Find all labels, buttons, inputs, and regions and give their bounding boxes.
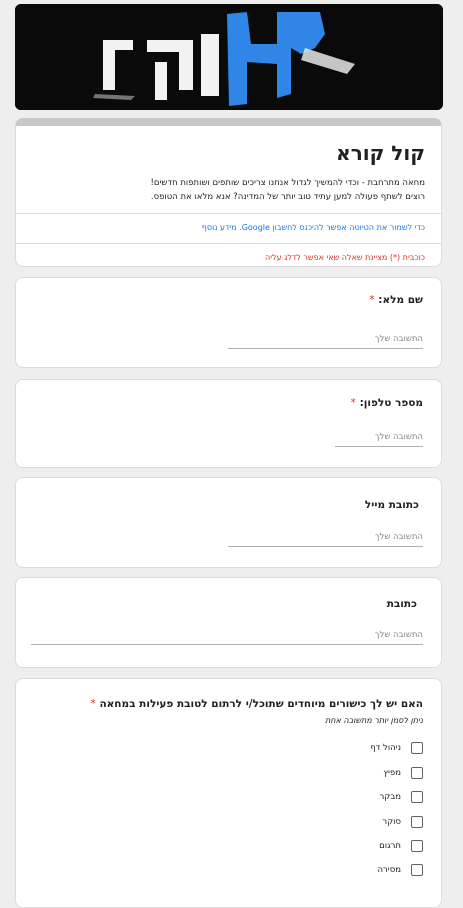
checkbox[interactable] [411, 840, 423, 852]
phone-input[interactable]: התשובה שלך [335, 432, 423, 447]
header-banner [15, 4, 443, 110]
checkbox[interactable] [411, 816, 423, 828]
option-reviewer[interactable]: מבקר [379, 790, 423, 804]
signin-note: כדי לשמור את הטיוטה אפשר להיכנס לחשבון G… [202, 223, 425, 232]
option-distributor[interactable]: מפיץ [383, 766, 423, 780]
option-label: ניהול דף [370, 743, 401, 753]
question-text: מספר טלפון: [359, 397, 423, 409]
banner-logo [15, 4, 443, 110]
checkbox[interactable] [411, 791, 423, 803]
option-page-management[interactable]: ניהול דף [370, 741, 423, 755]
checkbox[interactable] [411, 767, 423, 779]
required-asterisk: * [90, 698, 96, 710]
email-input[interactable]: התשובה שלך [228, 532, 423, 547]
question-card-address: כתובת התשובה שלך [15, 577, 442, 668]
required-asterisk: * [350, 397, 356, 409]
question-text: שם מלא: [378, 294, 423, 306]
option-label: סוקר [382, 817, 401, 827]
question-label-address: כתובת [386, 598, 417, 610]
option-translation[interactable]: תרגום [379, 839, 423, 853]
form-description: מחאה מתרחבת - וכדי להמשיך לגדול אנחנו צר… [25, 176, 425, 204]
option-label: תרגום [379, 841, 401, 851]
checkbox[interactable] [411, 742, 423, 754]
question-label-email: כתובת מייל [364, 499, 419, 511]
learn-more-link[interactable]: מידע נוסף [202, 223, 237, 232]
header-divider-1 [16, 213, 441, 214]
full-name-input[interactable]: התשובה שלך [228, 334, 423, 349]
question-text: האם יש לך כישורים מיוחדים שתוכל/י לרתום … [99, 698, 423, 710]
option-label: מבקר [379, 792, 401, 802]
header-divider-2 [16, 243, 441, 244]
question-card-full-name: שם מלא: * התשובה שלך [15, 277, 442, 368]
form-header-card: קול קורא מחאה מתרחבת - וכדי להמשיך לגדול… [15, 118, 442, 267]
description-line-1: מחאה מתרחבת - וכדי להמשיך לגדול אנחנו צר… [150, 178, 425, 188]
option-delivery[interactable]: מסירה [377, 863, 423, 877]
address-input[interactable]: התשובה שלך [31, 630, 423, 645]
required-note: כוכבית (*) מציינת שאלה שאי אפשר לדלג עלי… [264, 253, 425, 262]
question-label-phone: מספר טלפון: * [351, 397, 423, 409]
option-label: מסירה [377, 865, 401, 875]
checkbox[interactable] [411, 864, 423, 876]
question-card-skills: האם יש לך כישורים מיוחדים שתוכל/י לרתום … [15, 678, 442, 908]
required-asterisk: * [369, 294, 375, 306]
question-label-full-name: שם מלא: * [369, 294, 423, 306]
question-label-skills: האם יש לך כישורים מיוחדים שתוכל/י לרתום … [91, 698, 423, 710]
description-line-2: רוצים לשתף פעולה למען עתיד טוב יותר של ה… [150, 192, 425, 202]
option-surveyor[interactable]: סוקר [382, 815, 423, 829]
signin-note-text: כדי לשמור את הטיוטה אפשר להיכנס לחשבון G… [239, 223, 425, 232]
skills-note: ניתן לסמן יותר מתשובה אחת [325, 716, 423, 725]
question-card-phone: מספר טלפון: * התשובה שלך [15, 379, 442, 468]
form-title: קול קורא [336, 141, 425, 165]
option-label: מפיץ [383, 768, 401, 778]
question-card-email: כתובת מייל התשובה שלך [15, 477, 442, 568]
